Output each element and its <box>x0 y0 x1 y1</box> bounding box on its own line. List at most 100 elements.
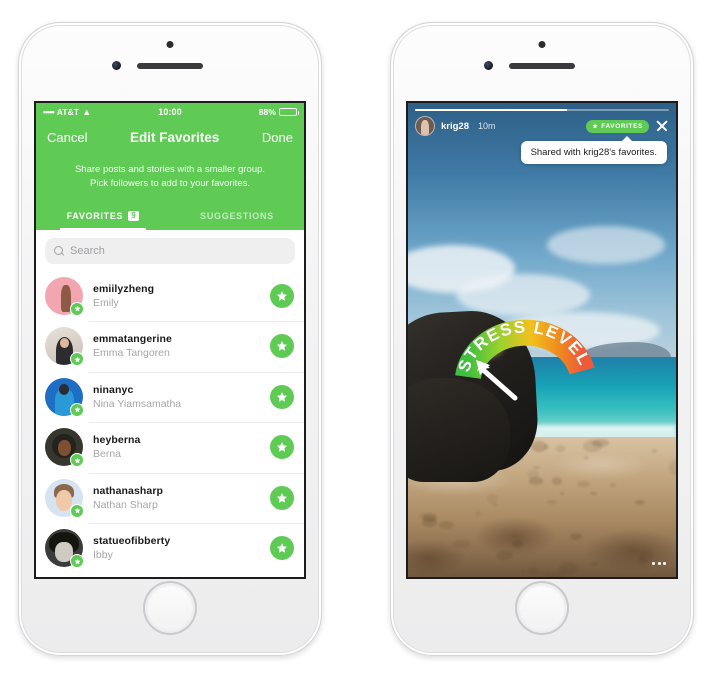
favorite-badge-icon <box>70 504 84 518</box>
right-phone-screen: krig28 10m FAVORITES Shared with krig28'… <box>406 101 678 579</box>
signal-strength-icon: ••••• <box>43 107 54 117</box>
username-label: emmatangerine <box>93 333 270 345</box>
status-bar: ••••• AT&T ▲ 10:00 88% <box>36 103 304 120</box>
list-item-names: ninanyc Nina Yiamsamatha <box>83 384 270 410</box>
close-icon[interactable] <box>655 119 669 133</box>
favorite-toggle-button[interactable] <box>270 284 294 308</box>
sand-texture-speck <box>529 477 544 485</box>
tab-suggestions[interactable]: SUGGESTIONS <box>170 202 304 230</box>
list-item[interactable]: emiilyzheng Emily <box>36 271 304 322</box>
front-camera-icon <box>112 61 121 70</box>
sand-texture-speck <box>635 500 645 505</box>
carrier-label: AT&T <box>57 107 79 117</box>
favorites-tooltip: Shared with krig28's favorites. <box>521 141 667 164</box>
avatar[interactable] <box>415 116 435 136</box>
favorites-badge-label: FAVORITES <box>601 123 643 130</box>
arrow-icon <box>466 357 522 401</box>
avatar <box>45 277 83 315</box>
sand-texture-speck <box>439 521 453 529</box>
page-title: Edit Favorites <box>87 130 261 145</box>
fullname-label: Emily <box>93 297 270 309</box>
sand-texture-speck <box>546 500 557 504</box>
left-phone-device: ••••• AT&T ▲ 10:00 88% Cancel Edit Favor… <box>18 22 322 656</box>
list-item[interactable]: nathanasharp Nathan Sharp <box>36 473 304 524</box>
search-icon <box>54 246 64 256</box>
done-button[interactable]: Done <box>262 130 293 145</box>
sand-texture-speck <box>552 477 562 485</box>
story-header: krig28 10m FAVORITES <box>415 116 669 136</box>
phone-top-hardware <box>19 23 321 99</box>
favorite-badge-icon <box>70 403 84 417</box>
favorite-toggle-button[interactable] <box>270 334 294 358</box>
sand-texture-speck <box>493 503 497 506</box>
sensor-dot-icon <box>539 41 546 48</box>
info-banner-line-1: Share posts and stories with a smaller g… <box>52 163 288 177</box>
phone-top-hardware-right <box>391 23 693 99</box>
right-phone-device: krig28 10m FAVORITES Shared with krig28'… <box>390 22 694 656</box>
sand-texture-speck <box>610 483 616 486</box>
story-viewer[interactable]: krig28 10m FAVORITES Shared with krig28'… <box>408 103 676 577</box>
favorite-toggle-button[interactable] <box>270 486 294 510</box>
status-bar-right: 88% <box>182 107 297 117</box>
story-progress-bar <box>415 109 669 111</box>
list-item[interactable]: statueofibberty Ibby <box>36 523 304 574</box>
tab-favorites[interactable]: FAVORITES 9 <box>36 202 170 230</box>
info-banner: Share posts and stories with a smaller g… <box>36 154 304 202</box>
home-button[interactable] <box>517 583 567 633</box>
home-button[interactable] <box>145 583 195 633</box>
tab-bar: FAVORITES 9 SUGGESTIONS <box>36 202 304 230</box>
sand-texture-speck <box>423 513 437 522</box>
info-banner-line-2: Pick followers to add to your favorites. <box>52 177 288 191</box>
favorite-badge-icon <box>70 453 84 467</box>
screenshot-stage: ••••• AT&T ▲ 10:00 88% Cancel Edit Favor… <box>0 0 720 678</box>
sand-texture-speck <box>591 562 598 565</box>
fullname-label: Nathan Sharp <box>93 499 270 511</box>
cloud <box>547 226 665 264</box>
gauge-needle-arrow <box>466 357 522 401</box>
favorites-badge[interactable]: FAVORITES <box>586 120 649 133</box>
fullname-label: Emma Tangoren <box>93 347 270 359</box>
list-item[interactable]: emmatangerine Emma Tangoren <box>36 321 304 372</box>
sand-texture-speck <box>512 540 523 548</box>
avatar <box>45 428 83 466</box>
list-item[interactable]: ninanyc Nina Yiamsamatha <box>36 372 304 423</box>
sand-texture-speck <box>540 571 549 575</box>
avatar <box>45 327 83 365</box>
list-item-names: heyberna Berna <box>83 434 270 460</box>
list-item[interactable]: heyberna Berna <box>36 422 304 473</box>
wifi-icon: ▲ <box>82 107 91 117</box>
avatar <box>45 378 83 416</box>
username-label: ninanyc <box>93 384 270 396</box>
left-phone-screen: ••••• AT&T ▲ 10:00 88% Cancel Edit Favor… <box>34 101 306 579</box>
more-options-icon[interactable] <box>652 562 666 565</box>
sand-texture-speck <box>577 481 590 488</box>
favorite-toggle-button[interactable] <box>270 435 294 459</box>
sand-texture-speck <box>531 441 547 452</box>
favorite-toggle-button[interactable] <box>270 385 294 409</box>
favorite-badge-icon <box>70 302 84 316</box>
fullname-label: Nina Yiamsamatha <box>93 398 270 410</box>
sand-texture-speck <box>487 494 498 503</box>
sand-texture-speck <box>560 492 564 495</box>
story-timestamp: 10m <box>478 121 496 131</box>
sand-texture-speck <box>533 466 540 469</box>
cloud <box>456 274 590 317</box>
story-progress-fill <box>415 109 567 111</box>
story-username[interactable]: krig28 <box>441 121 469 132</box>
navigation-bar: Cancel Edit Favorites Done <box>36 120 304 154</box>
earpiece-speaker-icon <box>509 63 575 69</box>
list-item-names: emmatangerine Emma Tangoren <box>83 333 270 359</box>
tab-label: SUGGESTIONS <box>200 211 274 221</box>
search-input[interactable]: Search <box>45 238 295 264</box>
sand-texture-speck <box>475 511 481 516</box>
earpiece-speaker-icon <box>137 63 203 69</box>
sand-texture-speck <box>590 492 598 495</box>
cancel-button[interactable]: Cancel <box>47 130 87 145</box>
front-camera-icon <box>484 61 493 70</box>
tab-label: FAVORITES <box>67 211 124 221</box>
sensor-dot-icon <box>167 41 174 48</box>
favorites-count-badge: 9 <box>128 211 139 221</box>
favorite-toggle-button[interactable] <box>270 536 294 560</box>
sand-texture-speck <box>652 449 657 453</box>
sand-texture-speck <box>528 567 539 574</box>
